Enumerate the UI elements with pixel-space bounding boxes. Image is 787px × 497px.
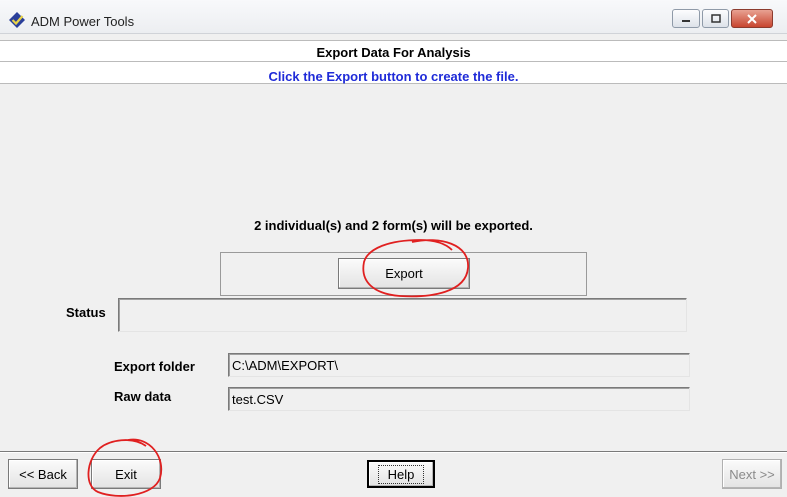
- close-button[interactable]: [731, 9, 773, 28]
- header-band: Export Data For Analysis Click the Expor…: [0, 40, 787, 84]
- export-button[interactable]: Export: [338, 258, 470, 289]
- status-field: [118, 298, 687, 332]
- raw-data-label: Raw data: [114, 389, 172, 404]
- help-button-label: Help: [377, 464, 425, 484]
- help-button[interactable]: Help: [367, 460, 435, 488]
- maximize-button[interactable]: [702, 9, 729, 28]
- window-title: ADM Power Tools: [31, 14, 135, 29]
- close-icon: [747, 13, 757, 24]
- exit-button[interactable]: Exit: [91, 459, 161, 489]
- next-button[interactable]: Next >>: [722, 459, 782, 489]
- instruction-text: Click the Export button to create the fi…: [268, 69, 519, 84]
- back-button[interactable]: << Back: [8, 459, 78, 489]
- checkmark-diamond-icon: [9, 12, 25, 28]
- header-divider: [0, 61, 787, 62]
- export-summary: 2 individual(s) and 2 form(s) will be ex…: [254, 218, 533, 233]
- minimize-icon: [682, 19, 690, 22]
- raw-data-field[interactable]: test.CSV: [228, 387, 690, 411]
- page-title: Export Data For Analysis: [316, 45, 471, 60]
- export-folder-field[interactable]: C:\ADM\EXPORT\: [228, 353, 690, 377]
- export-folder-label: Export folder: [114, 359, 195, 374]
- title-bar: ADM Power Tools: [0, 0, 787, 34]
- maximize-icon: [710, 13, 721, 23]
- minimize-button[interactable]: [672, 9, 700, 28]
- status-label: Status: [66, 305, 106, 320]
